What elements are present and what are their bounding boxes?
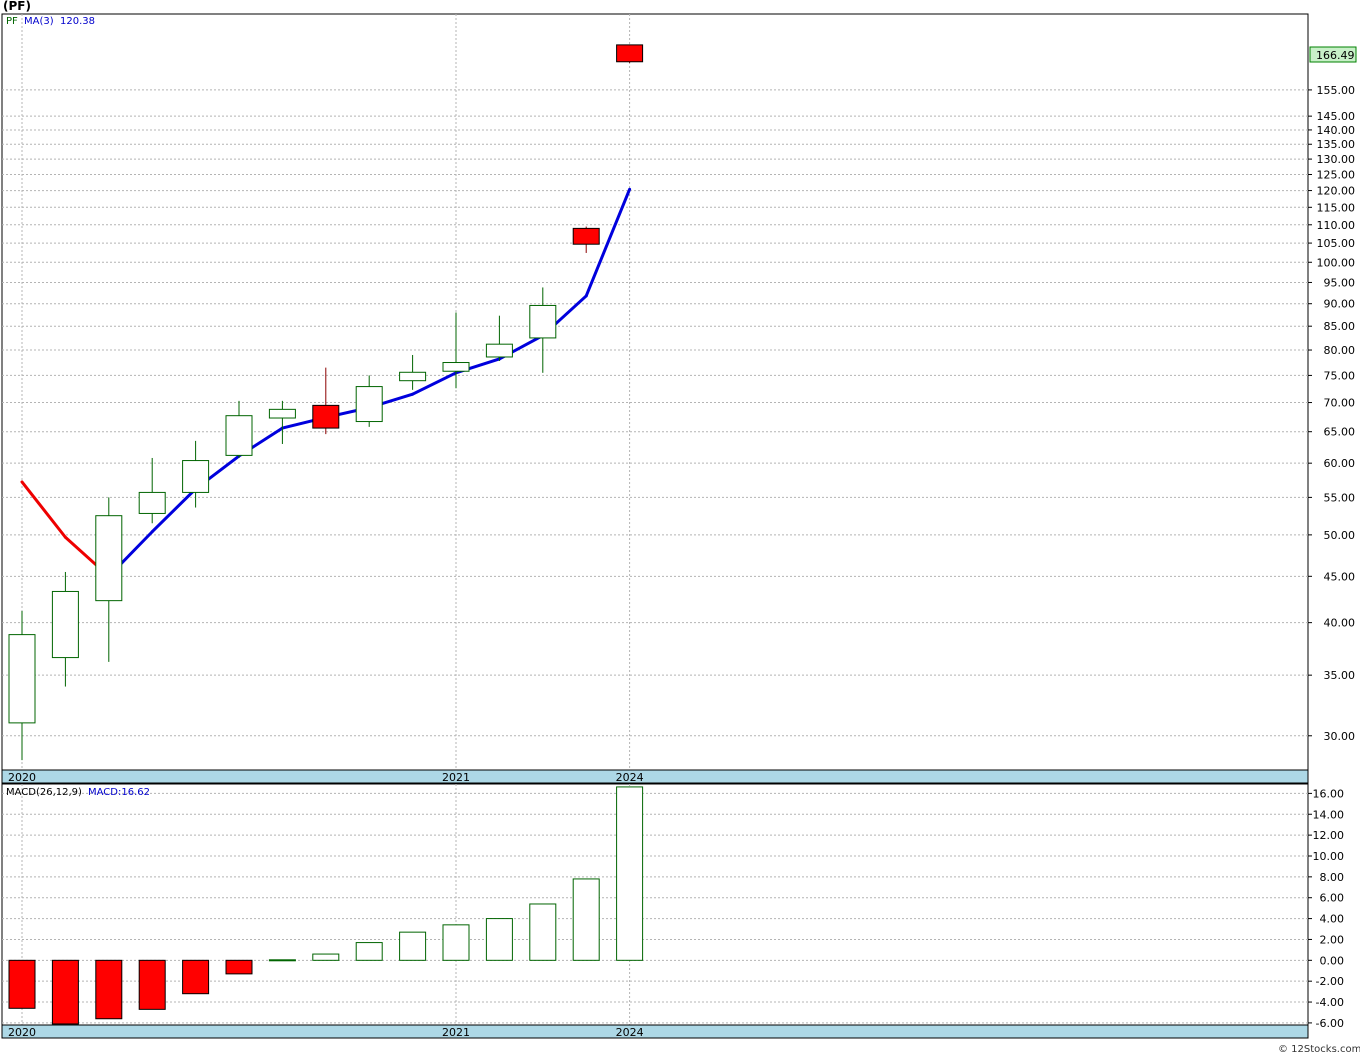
- macd-y-tick-label: 2.00: [1320, 933, 1345, 946]
- macd-y-tick-label: 10.00: [1313, 850, 1345, 863]
- price-y-tick-label: 155.00: [1317, 84, 1356, 97]
- price-y-tick-label: 135.00: [1317, 138, 1356, 151]
- price-x-tick-label: 2020: [8, 771, 36, 784]
- candle-body: [95, 515, 123, 602]
- macd-bar: [572, 878, 600, 961]
- price-y-tick-label: 95.00: [1324, 276, 1356, 289]
- macd-y-tick-label: 8.00: [1320, 871, 1345, 884]
- price-y-tick-label: 75.00: [1324, 369, 1356, 382]
- candle-body: [312, 404, 340, 429]
- macd-y-tick-label: 0.00: [1320, 954, 1345, 967]
- macd-y-tick-label: -6.00: [1316, 1017, 1344, 1030]
- candle-body: [225, 415, 253, 456]
- macd-bar: [399, 931, 427, 961]
- candle-body: [138, 491, 166, 514]
- price-y-tick-label: 110.00: [1317, 219, 1356, 232]
- price-y-tick-label: 60.00: [1324, 457, 1356, 470]
- price-y-tick-label: 105.00: [1317, 237, 1356, 250]
- macd-bar: [8, 959, 36, 1009]
- candle: [616, 44, 644, 63]
- price-x-tick-label: 2024: [616, 771, 644, 784]
- macd-y-tick-label: 4.00: [1320, 913, 1345, 926]
- price-y-tick-label: 80.00: [1324, 344, 1356, 357]
- ticker-title: (PF): [3, 0, 31, 13]
- macd-x-tick-label: 2021: [442, 1026, 470, 1039]
- legend-ma-label: MA(3): [24, 16, 54, 27]
- price-y-tick-label: 145.00: [1317, 110, 1356, 123]
- candle-body: [182, 460, 210, 493]
- price-y-tick-label: 35.00: [1324, 669, 1356, 682]
- price-y-tick-label: 65.00: [1324, 426, 1356, 439]
- macd-bar: [355, 942, 383, 961]
- macd-y-tick-label: 16.00: [1313, 787, 1345, 800]
- candle-body: [485, 343, 513, 358]
- footer-credit: © 12Stocks.com: [1278, 1044, 1360, 1055]
- macd-bar: [225, 959, 253, 975]
- candle-body: [616, 44, 644, 63]
- macd-panel: -6.00 -4.00 -2.00 0.00 2.00 4.00 6.00 8.00 10.00…: [1, 783, 1344, 1030]
- price-y-tick-label: 115.00: [1317, 201, 1356, 214]
- price-y-tick-label: 90.00: [1324, 298, 1356, 311]
- macd-bar: [268, 959, 296, 962]
- candle-body: [268, 408, 296, 419]
- candle-body: [529, 304, 557, 339]
- macd-bar: [485, 918, 513, 961]
- price-y-tick-label: 100.00: [1317, 256, 1356, 269]
- macd-y-tick-label: 6.00: [1320, 892, 1345, 905]
- macd-y-tick-label: -4.00: [1316, 996, 1344, 1009]
- macd-bar: [138, 959, 166, 1010]
- price-y-tick-label: 50.00: [1324, 529, 1356, 542]
- macd-bar: [95, 959, 123, 1020]
- macd-legend-value: MACD:16.62: [88, 787, 150, 798]
- macd-x-tick-label: 2024: [616, 1026, 644, 1039]
- price-y-tick-label: 120.00: [1317, 185, 1356, 198]
- macd-y-tick-label: -2.00: [1316, 975, 1344, 988]
- candle-body: [572, 227, 600, 245]
- last-price-label: 166.49: [1316, 49, 1355, 62]
- price-x-tick-label: 2021: [442, 771, 470, 784]
- legend-ma-value: 120.38: [60, 16, 95, 27]
- price-y-tick-label: 30.00: [1324, 730, 1356, 743]
- candle-body: [399, 371, 427, 382]
- chart-canvas: (PF) 30.00 35.00 40.00 45.00 50.00 55.00 60.00…: [1, 0, 1360, 1055]
- macd-x-tick-label: 2020: [8, 1026, 36, 1039]
- macd-y-axis: -6.00 -4.00 -2.00 0.00 2.00 4.00 6.00 8.00 10.00…: [1308, 787, 1344, 1030]
- macd-bar: [312, 953, 340, 961]
- macd-legend-label: MACD(26,12,9): [6, 787, 82, 798]
- price-y-tick-label: 85.00: [1324, 320, 1356, 333]
- price-panel: 30.00 35.00 40.00 45.00 50.00 55.00 60.00 65.00…: [1, 13, 1357, 771]
- last-price-badge: 166.49: [1309, 46, 1357, 63]
- macd-bar: [51, 959, 79, 1025]
- price-y-tick-label: 45.00: [1324, 570, 1356, 583]
- price-y-tick-label: 130.00: [1317, 153, 1356, 166]
- candle-body: [442, 362, 470, 372]
- macd-legend: MACD(26,12,9) MACD:16.62: [6, 787, 150, 798]
- price-y-tick-label: 125.00: [1317, 169, 1356, 182]
- candle-body: [51, 590, 79, 659]
- macd-y-tick-label: 14.00: [1313, 808, 1345, 821]
- macd-bar: [529, 903, 557, 961]
- candle-body: [8, 634, 36, 724]
- macd-y-tick-label: 12.00: [1313, 829, 1345, 842]
- price-y-tick-label: 140.00: [1317, 124, 1356, 137]
- candle-body: [355, 386, 383, 423]
- macd-bar: [182, 959, 210, 995]
- macd-date-band: 2020 2021 2024: [1, 1024, 1309, 1039]
- macd-bar: [616, 786, 644, 961]
- price-y-axis: 30.00 35.00 40.00 45.00 50.00 55.00 60.00 65.00…: [1308, 84, 1355, 743]
- price-date-band: 2020 2021 2024: [1, 769, 1309, 784]
- macd-bar: [442, 924, 470, 961]
- price-y-tick-label: 70.00: [1324, 397, 1356, 410]
- price-y-tick-label: 40.00: [1324, 617, 1356, 630]
- price-y-tick-label: 55.00: [1324, 491, 1356, 504]
- legend-symbol: PF: [6, 16, 18, 27]
